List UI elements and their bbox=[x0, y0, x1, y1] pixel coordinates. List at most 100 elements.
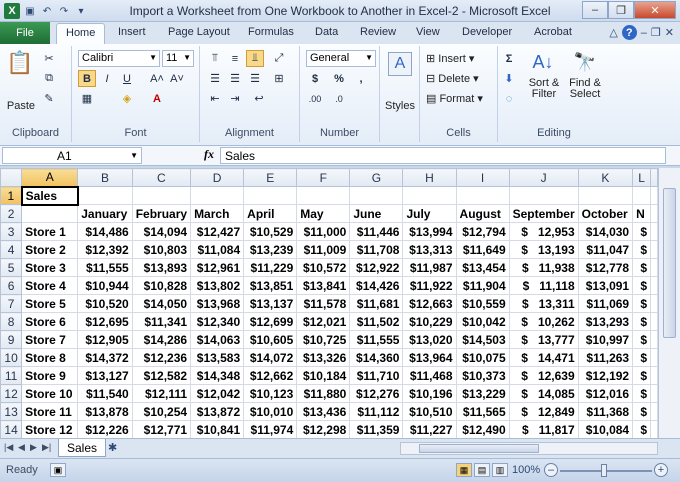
cell[interactable]: $13,313 bbox=[402, 240, 457, 259]
cell[interactable]: $11,649 bbox=[455, 240, 510, 259]
cell[interactable]: $13,878 bbox=[77, 402, 133, 421]
find-select-icon[interactable]: 🔭 bbox=[570, 50, 600, 74]
format-cells-button[interactable]: ▤ Format ▾ bbox=[426, 90, 483, 107]
workbook-minimize-icon[interactable]: – bbox=[641, 27, 647, 39]
decrease-decimal-icon[interactable]: .0 bbox=[330, 90, 348, 107]
worksheet-grid[interactable]: ABCDEFGHIJKL 1 Sales 2 January February March… bbox=[0, 168, 658, 438]
tab-insert[interactable]: Insert bbox=[118, 26, 146, 38]
align-bottom-icon[interactable]: ⫫ bbox=[246, 50, 264, 67]
page-break-view-icon[interactable]: ▥ bbox=[492, 463, 508, 477]
cell[interactable]: $14,050 bbox=[131, 294, 192, 313]
cell[interactable]: $ 12,953 bbox=[508, 222, 579, 241]
autosum-button[interactable]: Σ bbox=[500, 50, 518, 67]
align-center-icon[interactable]: ☰ bbox=[226, 70, 244, 87]
cell[interactable]: $13,994 bbox=[402, 222, 457, 241]
cell[interactable]: $13,968 bbox=[190, 294, 245, 313]
tab-page-layout[interactable]: Page Layout bbox=[168, 26, 230, 38]
clear-icon[interactable]: ◌ bbox=[500, 90, 518, 107]
cell[interactable]: $10,042 bbox=[455, 312, 510, 331]
tab-developer[interactable]: Developer bbox=[462, 26, 512, 38]
cell[interactable]: $12,340 bbox=[190, 312, 245, 331]
formula-input[interactable]: Sales bbox=[220, 147, 666, 164]
cell[interactable]: $ 12,639 bbox=[508, 366, 579, 385]
cell[interactable]: $10,373 bbox=[455, 366, 510, 385]
cell[interactable]: $12,427 bbox=[190, 222, 245, 241]
row-header[interactable]: 10 bbox=[0, 348, 23, 367]
cell[interactable]: $13,583 bbox=[190, 348, 245, 367]
cell[interactable]: $12,226 bbox=[77, 420, 133, 438]
comma-button[interactable]: , bbox=[352, 70, 370, 87]
borders-icon[interactable]: ▦ bbox=[78, 90, 96, 107]
vertical-scroll-thumb[interactable] bbox=[663, 188, 676, 338]
cell[interactable]: $11,229 bbox=[243, 258, 298, 277]
first-sheet-icon[interactable]: |◀ bbox=[4, 442, 13, 453]
cell[interactable] bbox=[349, 186, 404, 205]
cell[interactable]: N bbox=[632, 204, 651, 223]
styles-button[interactable]: Styles bbox=[380, 100, 420, 112]
cell[interactable]: February bbox=[131, 204, 192, 223]
cell[interactable]: $11,555 bbox=[349, 330, 404, 349]
decrease-indent-icon[interactable]: ⇤ bbox=[206, 90, 224, 107]
last-sheet-icon[interactable]: ▶| bbox=[42, 442, 51, 453]
cell[interactable]: $ bbox=[632, 240, 651, 259]
cell[interactable]: $11,555 bbox=[77, 258, 133, 277]
cell[interactable]: Store 12 bbox=[21, 420, 79, 438]
cell[interactable]: $14,094 bbox=[131, 222, 192, 241]
row-header[interactable]: 4 bbox=[0, 240, 23, 259]
cell[interactable]: $ bbox=[632, 420, 651, 438]
cell[interactable]: $10,510 bbox=[402, 402, 457, 421]
cell[interactable]: September bbox=[508, 204, 579, 223]
horizontal-scroll-thumb[interactable] bbox=[419, 444, 539, 453]
cell[interactable]: $12,699 bbox=[243, 312, 298, 331]
cell[interactable]: $11,565 bbox=[455, 402, 510, 421]
fill-icon[interactable]: ⬇ bbox=[500, 70, 518, 87]
cell[interactable]: $10,725 bbox=[296, 330, 351, 349]
cell[interactable] bbox=[243, 186, 298, 205]
cell[interactable]: $11,047 bbox=[577, 240, 634, 259]
cell[interactable]: Store 9 bbox=[21, 366, 79, 385]
italic-button[interactable]: I bbox=[98, 70, 116, 87]
cell[interactable]: $11,468 bbox=[402, 366, 457, 385]
column-header[interactable]: F bbox=[296, 168, 351, 187]
tab-review[interactable]: Review bbox=[360, 26, 396, 38]
bold-button[interactable]: B bbox=[78, 70, 96, 87]
cell[interactable]: $10,841 bbox=[190, 420, 245, 438]
cell[interactable]: $12,662 bbox=[243, 366, 298, 385]
insert-cells-button[interactable]: ⊞ Insert ▾ bbox=[426, 50, 474, 67]
cell[interactable]: $11,681 bbox=[349, 294, 404, 313]
cell[interactable]: $11,578 bbox=[296, 294, 351, 313]
close-button[interactable]: ✕ bbox=[634, 1, 676, 19]
cell[interactable]: $14,286 bbox=[131, 330, 192, 349]
cell[interactable]: $12,192 bbox=[577, 366, 634, 385]
cell[interactable]: $12,111 bbox=[131, 384, 192, 403]
row-header[interactable]: 8 bbox=[0, 312, 23, 331]
cell[interactable]: $11,502 bbox=[349, 312, 404, 331]
wrap-text-icon[interactable]: ↩ bbox=[250, 90, 268, 107]
cell[interactable]: $11,000 bbox=[296, 222, 351, 241]
row-header[interactable]: 6 bbox=[0, 276, 23, 295]
row-header[interactable]: 12 bbox=[0, 384, 23, 403]
cell[interactable]: $ 13,777 bbox=[508, 330, 579, 349]
cell[interactable]: $ 11,118 bbox=[508, 276, 579, 295]
cell[interactable]: $10,529 bbox=[243, 222, 298, 241]
grow-font-icon[interactable]: A˄ bbox=[148, 70, 166, 87]
cell[interactable]: $10,254 bbox=[131, 402, 192, 421]
increase-decimal-icon[interactable]: .00 bbox=[306, 90, 324, 107]
tab-home[interactable]: Home bbox=[56, 23, 106, 44]
cell[interactable]: $ 14,471 bbox=[508, 348, 579, 367]
cell[interactable]: $ 11,938 bbox=[508, 258, 579, 277]
cell[interactable]: $10,572 bbox=[296, 258, 351, 277]
number-format-combo[interactable]: General ▼ bbox=[306, 50, 376, 67]
cell[interactable]: $14,360 bbox=[349, 348, 404, 367]
row-header[interactable]: 5 bbox=[0, 258, 23, 277]
currency-button[interactable]: $ bbox=[306, 70, 324, 87]
cell[interactable]: January bbox=[77, 204, 133, 223]
cell[interactable]: $ 12,849 bbox=[508, 402, 579, 421]
cell[interactable]: $ 14,085 bbox=[508, 384, 579, 403]
cell[interactable]: $11,710 bbox=[349, 366, 404, 385]
cell[interactable]: $14,072 bbox=[243, 348, 298, 367]
cell[interactable]: $10,828 bbox=[131, 276, 192, 295]
cell[interactable]: Store 8 bbox=[21, 348, 79, 367]
cell[interactable]: Store 6 bbox=[21, 312, 79, 331]
cell[interactable]: Store 5 bbox=[21, 294, 79, 313]
